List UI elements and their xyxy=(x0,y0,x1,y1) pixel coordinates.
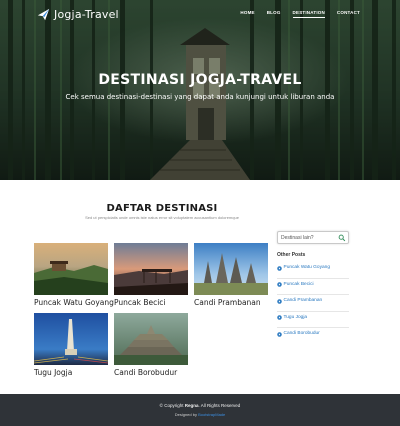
section-title: DAFTAR DESTINASI xyxy=(106,203,218,214)
other-posts-title: Other Posts xyxy=(277,252,306,258)
post-link-label[interactable]: Candi Borobudur xyxy=(284,330,320,338)
destination-name[interactable]: Tugu Jogja xyxy=(34,368,108,377)
destination-card[interactable]: Tugu Jogja xyxy=(34,313,108,377)
destination-image[interactable] xyxy=(114,243,188,295)
navbar: Jogja-Travel HOME BLOG DESTINATION CONTA… xyxy=(0,0,400,30)
destination-name[interactable]: Puncak Becici xyxy=(114,298,188,307)
post-link-label[interactable]: Puncak Becici xyxy=(284,281,314,289)
search-input[interactable] xyxy=(281,233,336,243)
post-link-label[interactable]: Puncak Watu Goyang xyxy=(284,264,330,272)
nav-home[interactable]: HOME xyxy=(240,10,254,18)
post-link[interactable]: Candi Prambanan xyxy=(277,295,349,312)
post-link[interactable]: Tugu Jogja xyxy=(277,312,349,328)
destination-card[interactable]: Puncak Watu Goyang xyxy=(34,243,114,307)
sidebar: Other Posts Puncak Watu Goyang Puncak Be… xyxy=(277,231,349,345)
arrow-circle-right-icon xyxy=(277,265,282,271)
post-link[interactable]: Puncak Watu Goyang xyxy=(277,262,349,279)
arrow-circle-right-icon xyxy=(277,315,282,320)
footer-designed-by: Designed by BootstrapMade xyxy=(0,412,400,417)
post-link[interactable]: Puncak Becici xyxy=(277,279,349,295)
destination-name[interactable]: Puncak Watu Goyang xyxy=(34,298,114,307)
destination-card[interactable]: Candi Borobudur xyxy=(114,313,188,377)
arrow-circle-right-icon xyxy=(277,298,282,304)
copyright-suffix: . All Rights Reserved xyxy=(198,403,241,408)
brand-logo[interactable]: Jogja-Travel xyxy=(37,8,119,21)
brand-name: Jogja-Travel xyxy=(54,8,119,21)
destination-image[interactable] xyxy=(114,313,188,365)
post-link-label[interactable]: Tugu Jogja xyxy=(284,314,308,322)
main-nav: HOME BLOG DESTINATION CONTACT xyxy=(228,10,360,18)
destination-name[interactable]: Candi Borobudur xyxy=(114,368,188,377)
destination-image[interactable] xyxy=(34,243,108,295)
search-icon[interactable] xyxy=(338,234,346,242)
nav-contact[interactable]: CONTACT xyxy=(337,10,360,18)
destination-card[interactable]: Candi Prambanan xyxy=(194,243,268,307)
destination-image[interactable] xyxy=(34,313,108,365)
arrow-circle-right-icon xyxy=(277,282,282,287)
nav-destination[interactable]: DESTINATION xyxy=(292,10,325,18)
designed-by-link[interactable]: BootstrapMade xyxy=(198,412,225,417)
section-subtitle: Sed ut perspiciatis unde omnis iste natu… xyxy=(85,215,239,220)
other-posts-list: Puncak Watu Goyang Puncak Becici Candi P… xyxy=(277,262,349,345)
copyright-brand: Regna xyxy=(184,403,199,408)
nav-blog[interactable]: BLOG xyxy=(267,10,281,18)
arrow-circle-right-icon xyxy=(277,331,282,337)
hero-subtitle: Cek semua destinasi-destinasi yang dapat… xyxy=(65,93,335,101)
hero-title: DESTINASI JOGJA-TRAVEL xyxy=(98,72,302,88)
search-box xyxy=(277,231,349,244)
destination-name[interactable]: Candi Prambanan xyxy=(194,298,268,307)
paper-plane-icon xyxy=(37,8,50,21)
destination-image[interactable] xyxy=(194,243,268,295)
footer: © Copyright Regna. All Rights Reserved D… xyxy=(0,394,400,426)
copyright-prefix: © Copyright xyxy=(159,403,184,408)
destination-card[interactable]: Puncak Becici xyxy=(114,243,188,307)
post-link[interactable]: Candi Borobudur xyxy=(277,328,349,345)
destination-grid: Puncak Watu Goyang Puncak Becici Candi P… xyxy=(34,243,274,383)
hero-banner: Jogja-Travel HOME BLOG DESTINATION CONTA… xyxy=(0,0,400,180)
post-link-label[interactable]: Candi Prambanan xyxy=(284,297,323,305)
designed-by-prefix: Designed by xyxy=(174,412,197,417)
footer-copyright: © Copyright Regna. All Rights Reserved xyxy=(0,403,400,408)
